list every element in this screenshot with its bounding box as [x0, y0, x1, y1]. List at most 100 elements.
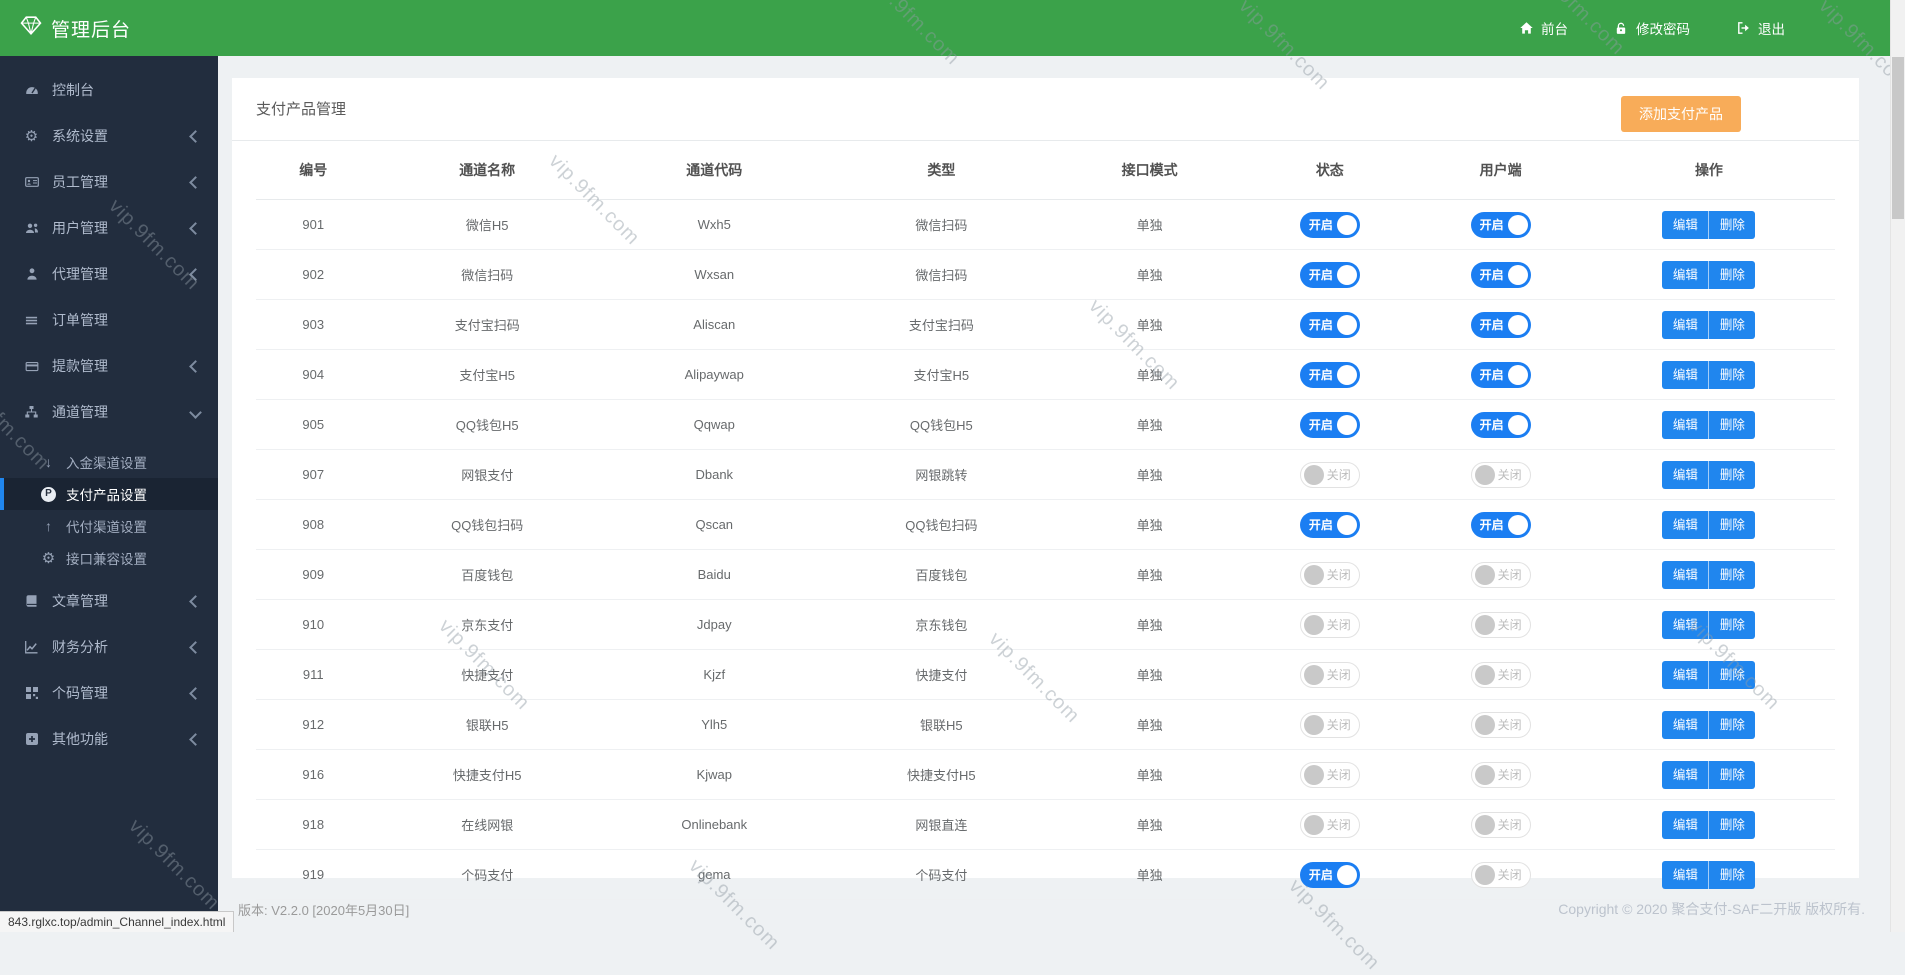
edit-button[interactable]: 编辑 — [1662, 411, 1708, 439]
delete-button[interactable]: 删除 — [1708, 861, 1755, 889]
cell-mode: 单独 — [1058, 600, 1241, 650]
gem-icon — [20, 16, 42, 40]
delete-button[interactable]: 删除 — [1708, 311, 1755, 339]
status-toggle[interactable]: 开启 — [1300, 312, 1360, 338]
sidebar-subitem-interface-compat[interactable]: ⚙接口兼容设置 — [0, 542, 218, 574]
cell-code: Wxh5 — [604, 200, 825, 250]
sidebar-item-withdrawals[interactable]: 提款管理 — [0, 343, 218, 389]
status-toggle[interactable]: 关闭 — [1300, 762, 1360, 788]
topbar-link-frontend[interactable]: 前台 — [1519, 18, 1568, 38]
edit-button[interactable]: 编辑 — [1662, 761, 1708, 789]
status-toggle[interactable]: 关闭 — [1300, 712, 1360, 738]
edit-button[interactable]: 编辑 — [1662, 311, 1708, 339]
status-toggle[interactable]: 开启 — [1300, 262, 1360, 288]
toggle-label: 开启 — [1480, 312, 1504, 338]
client-toggle[interactable]: 开启 — [1471, 412, 1531, 438]
delete-button[interactable]: 删除 — [1708, 561, 1755, 589]
status-toggle[interactable]: 关闭 — [1300, 812, 1360, 838]
sidebar-item-system-settings[interactable]: ⚙系统设置 — [0, 113, 218, 159]
scrollbar-thumb[interactable] — [1892, 57, 1904, 219]
edit-button[interactable]: 编辑 — [1662, 261, 1708, 289]
toggle-label: 关闭 — [1327, 713, 1351, 737]
delete-button[interactable]: 删除 — [1708, 461, 1755, 489]
topbar-link-label: 前台 — [1541, 18, 1568, 38]
status-toggle[interactable]: 开启 — [1300, 412, 1360, 438]
cell-actions: 编辑删除 — [1583, 750, 1835, 800]
cell-id: 905 — [256, 400, 371, 450]
scrollbar[interactable] — [1890, 0, 1905, 932]
sidebar-item-orders[interactable]: 订单管理 — [0, 297, 218, 343]
toggle-knob — [1508, 515, 1528, 535]
delete-button[interactable]: 删除 — [1708, 361, 1755, 389]
edit-button[interactable]: 编辑 — [1662, 861, 1708, 889]
client-toggle[interactable]: 关闭 — [1471, 662, 1531, 688]
client-toggle[interactable]: 关闭 — [1471, 762, 1531, 788]
delete-button[interactable]: 删除 — [1708, 411, 1755, 439]
client-toggle[interactable]: 开启 — [1471, 262, 1531, 288]
status-toggle[interactable]: 关闭 — [1300, 612, 1360, 638]
delete-button[interactable]: 删除 — [1708, 611, 1755, 639]
sidebar-subitem-payout-channel[interactable]: ↑代付渠道设置 — [0, 510, 218, 542]
cell-code: Aliscan — [604, 300, 825, 350]
add-payment-product-button[interactable]: 添加支付产品 — [1621, 96, 1741, 132]
sidebar-item-channels[interactable]: 通道管理 — [0, 389, 218, 435]
sidebar-item-other[interactable]: 其他功能 — [0, 716, 218, 762]
delete-button[interactable]: 删除 — [1708, 661, 1755, 689]
toggle-label: 关闭 — [1327, 813, 1351, 837]
client-toggle[interactable]: 关闭 — [1471, 862, 1531, 888]
table-row: 912银联H5Ylh5银联H5单独关闭关闭编辑删除 — [256, 700, 1835, 750]
toggle-label: 关闭 — [1327, 763, 1351, 787]
client-toggle[interactable]: 开启 — [1471, 512, 1531, 538]
cell-type: 微信扫码 — [825, 200, 1058, 250]
delete-button[interactable]: 删除 — [1708, 761, 1755, 789]
sidebar-item-agents[interactable]: 代理管理 — [0, 251, 218, 297]
status-toggle[interactable]: 开启 — [1300, 512, 1360, 538]
sidebar-item-staff[interactable]: 员工管理 — [0, 159, 218, 205]
edit-button[interactable]: 编辑 — [1662, 811, 1708, 839]
edit-button[interactable]: 编辑 — [1662, 711, 1708, 739]
delete-button[interactable]: 删除 — [1708, 811, 1755, 839]
delete-button[interactable]: 删除 — [1708, 511, 1755, 539]
sidebar-item-label: 通道管理 — [52, 402, 108, 422]
client-toggle[interactable]: 开启 — [1471, 362, 1531, 388]
delete-button[interactable]: 删除 — [1708, 261, 1755, 289]
client-toggle[interactable]: 关闭 — [1471, 712, 1531, 738]
edit-button[interactable]: 编辑 — [1662, 561, 1708, 589]
sidebar-item-dashboard[interactable]: 控制台 — [0, 67, 218, 113]
edit-button[interactable]: 编辑 — [1662, 461, 1708, 489]
client-toggle[interactable]: 开启 — [1471, 212, 1531, 238]
client-toggle[interactable]: 开启 — [1471, 312, 1531, 338]
sidebar-subitem-payment-product[interactable]: P支付产品设置 — [0, 478, 218, 510]
sidebar-item-articles[interactable]: 文章管理 — [0, 578, 218, 624]
status-toggle[interactable]: 关闭 — [1300, 562, 1360, 588]
cell-client: 开启 — [1418, 250, 1583, 300]
status-toggle[interactable]: 关闭 — [1300, 462, 1360, 488]
cell-type: 微信扫码 — [825, 250, 1058, 300]
edit-button[interactable]: 编辑 — [1662, 361, 1708, 389]
client-toggle[interactable]: 关闭 — [1471, 812, 1531, 838]
chevron-left-icon — [189, 641, 202, 654]
cell-name: 京东支付 — [371, 600, 604, 650]
status-toggle[interactable]: 开启 — [1300, 862, 1360, 888]
status-toggle[interactable]: 关闭 — [1300, 662, 1360, 688]
topbar-link-change-password[interactable]: 修改密码 — [1614, 18, 1690, 38]
status-toggle[interactable]: 开启 — [1300, 212, 1360, 238]
edit-button[interactable]: 编辑 — [1662, 211, 1708, 239]
delete-button[interactable]: 删除 — [1708, 211, 1755, 239]
sidebar-item-users[interactable]: 用户管理 — [0, 205, 218, 251]
edit-button[interactable]: 编辑 — [1662, 611, 1708, 639]
level-down-icon: ↓ — [40, 455, 57, 469]
edit-button[interactable]: 编辑 — [1662, 661, 1708, 689]
sidebar-item-label: 控制台 — [52, 80, 94, 100]
client-toggle[interactable]: 关闭 — [1471, 612, 1531, 638]
client-toggle[interactable]: 关闭 — [1471, 462, 1531, 488]
sidebar-item-personal-qrcode[interactable]: 个码管理 — [0, 670, 218, 716]
main-content: 支付产品管理 添加支付产品 编号通道名称通道代码类型接口模式状态用户端操作 90… — [218, 56, 1905, 932]
topbar-link-logout[interactable]: 退出 — [1736, 18, 1785, 38]
delete-button[interactable]: 删除 — [1708, 711, 1755, 739]
sidebar-subitem-deposit-channel[interactable]: ↓入金渠道设置 — [0, 446, 218, 478]
status-toggle[interactable]: 开启 — [1300, 362, 1360, 388]
edit-button[interactable]: 编辑 — [1662, 511, 1708, 539]
sidebar-item-finance[interactable]: 财务分析 — [0, 624, 218, 670]
client-toggle[interactable]: 关闭 — [1471, 562, 1531, 588]
